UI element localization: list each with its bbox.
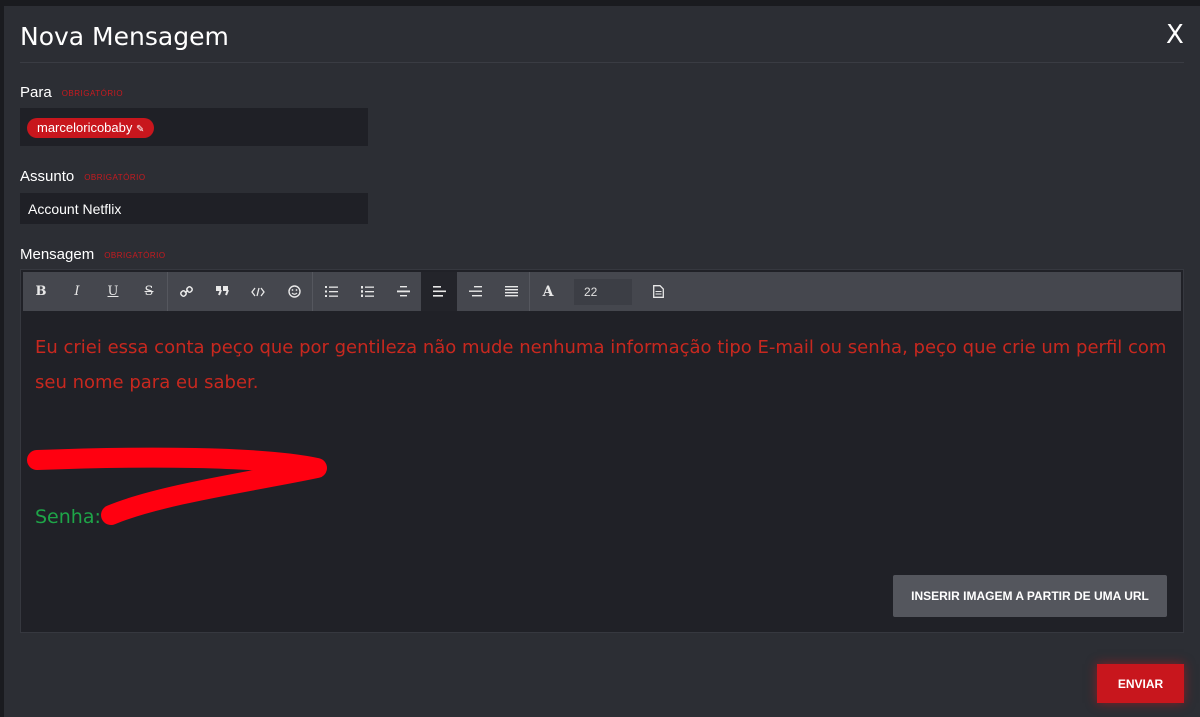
subject-label-text: Assunto: [20, 168, 75, 185]
strikethrough-button[interactable]: S: [131, 272, 167, 311]
underline-button[interactable]: U: [95, 272, 131, 311]
numbered-list-button[interactable]: [349, 272, 385, 311]
justify-icon: [504, 286, 518, 297]
list-align-group: [313, 272, 530, 311]
insert-group: [168, 272, 313, 311]
align-right-icon: [468, 286, 482, 297]
bullet-list-button[interactable]: [313, 272, 349, 311]
message-label: Mensagem obrigatório: [20, 246, 166, 263]
bullet-list-icon: [324, 286, 338, 297]
message-body: Eu criei essa conta peço que por gentile…: [35, 337, 1167, 393]
message-editor[interactable]: B I U S A 22 Eu criei essa conta peço qu…: [20, 269, 1184, 633]
font-size-input[interactable]: 22: [574, 278, 632, 305]
to-label: Para obrigatório: [20, 84, 123, 101]
required-badge: obrigatório: [61, 88, 124, 98]
link-icon: [179, 286, 193, 297]
align-left-button[interactable]: [421, 272, 457, 311]
recipient-field[interactable]: marceloricobaby ✎: [20, 108, 368, 146]
close-button[interactable]: X: [1166, 20, 1184, 50]
to-label-text: Para: [20, 84, 52, 101]
align-left-icon: [432, 286, 446, 297]
pencil-icon[interactable]: ✎: [136, 124, 144, 135]
quote-button[interactable]: [204, 272, 240, 311]
italic-button[interactable]: I: [59, 272, 95, 311]
required-badge: obrigatório: [104, 250, 166, 260]
link-button[interactable]: [168, 272, 204, 311]
bold-button[interactable]: B: [23, 272, 59, 311]
recipient-name: marceloricobaby: [37, 120, 133, 135]
document-icon: [652, 285, 664, 298]
align-right-button[interactable]: [457, 272, 493, 311]
text-style-group: B I U S: [23, 272, 168, 311]
password-label: Senha:: [35, 506, 101, 528]
code-icon: [251, 287, 265, 296]
emoji-button[interactable]: [276, 272, 312, 311]
code-button[interactable]: [240, 272, 276, 311]
numbered-list-icon: [360, 286, 374, 297]
source-button[interactable]: [640, 272, 676, 311]
message-label-text: Mensagem: [20, 246, 95, 263]
send-button[interactable]: ENVIAR: [1097, 664, 1184, 703]
smiley-icon: [287, 285, 301, 298]
justify-button[interactable]: [493, 272, 529, 311]
quote-icon: [215, 286, 229, 296]
new-message-dialog: Nova Mensagem X Para obrigatório marcelor…: [4, 6, 1200, 717]
insert-image-url-button[interactable]: INSERIR IMAGEM A PARTIR DE UMA URL: [893, 575, 1167, 617]
subject-input[interactable]: [20, 193, 368, 224]
subject-label: Assunto obrigatório: [20, 168, 146, 185]
divider: [20, 62, 1184, 63]
recipient-chip[interactable]: marceloricobaby ✎: [27, 118, 155, 138]
align-center-icon: [396, 286, 410, 297]
editor-toolbar: B I U S A 22: [23, 272, 1181, 311]
required-badge: obrigatório: [84, 172, 146, 182]
font-color-button[interactable]: A: [530, 272, 566, 311]
dialog-title: Nova Mensagem: [20, 22, 229, 51]
align-center-button[interactable]: [385, 272, 421, 311]
